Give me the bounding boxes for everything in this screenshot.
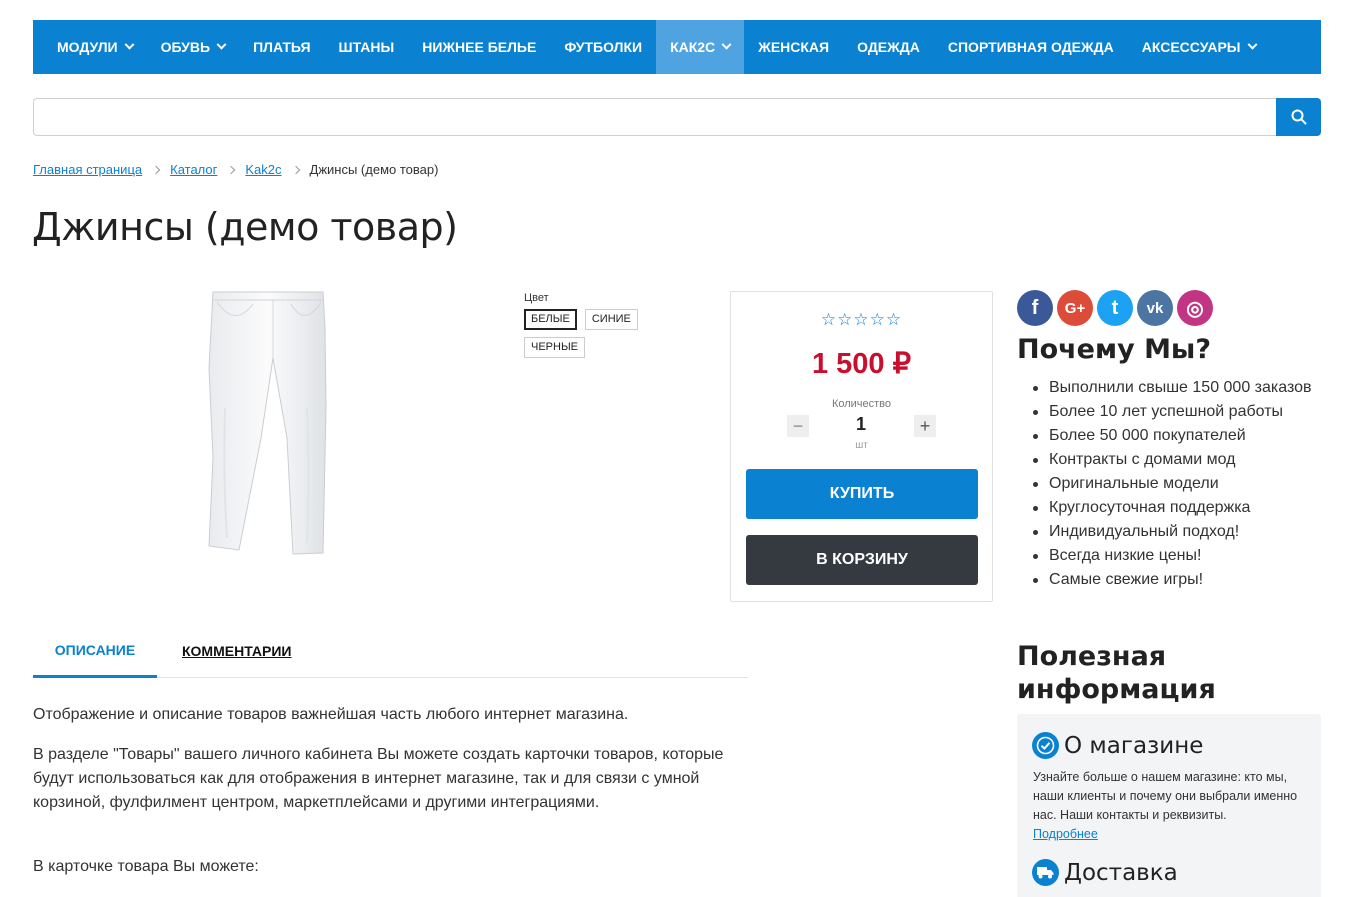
quantity-label: Количество [831, 398, 892, 410]
quantity-increase-button[interactable]: + [914, 415, 936, 437]
nav-item[interactable]: ЖЕНСКАЯ [744, 20, 843, 74]
nav-item-label: КАК2С [670, 39, 716, 55]
description-paragraph: В разделе "Товары" вашего личного кабине… [33, 746, 724, 811]
nav-item-label: АКСЕССУАРЫ [1141, 39, 1241, 55]
color-options: Цвет БЕЛЫЕ СИНИЕ ЧЕРНЫЕ [524, 292, 638, 365]
why-us-title: Почему Мы? [1017, 334, 1212, 365]
chevron-down-icon [721, 39, 732, 50]
why-us-item: Более 50 000 покупателей [1031, 425, 1312, 449]
vk-icon[interactable]: vk [1137, 290, 1173, 326]
nav-item-label: ФУТБОЛКИ [564, 39, 643, 55]
why-us-item: Контракты с домами мод [1031, 449, 1312, 473]
why-us-item: Круглосуточная поддержка [1031, 497, 1312, 521]
chevron-right-icon [227, 165, 236, 174]
why-us-item: Самые свежие игры! [1031, 569, 1312, 593]
about-text: Узнайте больше о нашем магазине: кто мы,… [1033, 768, 1313, 844]
color-option-black[interactable]: ЧЕРНЫЕ [524, 337, 586, 358]
why-us-list: Выполнили свыше 150 000 заказов Более 10 … [1031, 377, 1312, 593]
buy-button[interactable]: КУПИТЬ [746, 469, 978, 519]
twitter-icon[interactable]: t [1097, 290, 1133, 326]
check-badge-icon [1032, 732, 1059, 759]
product-image[interactable] [195, 288, 335, 558]
why-us-item: Более 10 лет успешной работы [1031, 401, 1312, 425]
breadcrumb-home[interactable]: Главная страница [33, 162, 142, 177]
delivery-heading: Доставка [1032, 859, 1178, 886]
breadcrumb-current: Джинсы (демо товар) [309, 162, 439, 177]
nav-item[interactable]: ПЛАТЬЯ [239, 20, 324, 74]
breadcrumb-category[interactable]: Kak2c [245, 162, 281, 177]
nav-item[interactable]: МОДУЛИ [33, 20, 147, 74]
add-to-cart-button[interactable]: В КОРЗИНУ [746, 535, 978, 585]
chevron-right-icon [151, 165, 161, 174]
main-nav: МОДУЛИ ОБУВЬ ПЛАТЬЯ ШТАНЫ НИЖНЕЕ БЕЛЬЕ ФУТБОЛ… [33, 20, 1321, 74]
description-paragraph: Отображение и описание товаров важнейшая… [33, 706, 629, 723]
buy-box: ☆☆☆☆☆ 1 500 ₽ Количество − + шт КУПИТЬ В… [730, 291, 993, 602]
color-label: Цвет [524, 292, 549, 304]
why-us-item: Индивидуальный подход! [1031, 521, 1312, 545]
quantity-decrease-button[interactable]: − [787, 415, 809, 437]
nav-item-label: ПЛАТЬЯ [253, 39, 311, 55]
about-more-link[interactable]: Подробнее [1033, 825, 1313, 844]
nav-item[interactable]: СПОРТИВНАЯ ОДЕЖДА [934, 20, 1128, 74]
useful-info-title: Полезная информация [1017, 641, 1216, 705]
nav-item-label: ШТАНЫ [338, 39, 395, 55]
chevron-down-icon [216, 39, 227, 50]
delivery-title: Доставка [1064, 859, 1178, 886]
product-price: 1 500 ₽ [811, 348, 912, 380]
breadcrumb: Главная страница Каталог Kak2c Джинсы (д… [33, 162, 438, 177]
description-paragraph: В карточке товара Вы можете: [33, 858, 259, 875]
nav-item[interactable]: АКСЕССУАРЫ [1128, 20, 1270, 74]
rating-stars[interactable]: ☆☆☆☆☆ [731, 310, 992, 330]
instagram-icon[interactable]: ◎ [1177, 290, 1213, 326]
tab-comments[interactable]: КОММЕНТАРИИ [182, 625, 291, 677]
chevron-down-icon [124, 39, 135, 50]
chevron-right-icon [291, 165, 300, 174]
facebook-icon[interactable]: f [1017, 290, 1053, 326]
product-tabs: ОПИСАНИЕ КОММЕНТАРИИ [33, 625, 748, 678]
quantity-input[interactable] [831, 414, 891, 435]
nav-item-label: НИЖНЕЕ БЕЛЬЕ [422, 39, 537, 55]
search-bar [33, 98, 1321, 136]
nav-item[interactable]: ШТАНЫ [325, 20, 409, 74]
truck-icon [1032, 859, 1059, 886]
tab-description[interactable]: ОПИСАНИЕ [33, 625, 157, 678]
about-title: О магазине [1064, 732, 1204, 759]
nav-item-label: МОДУЛИ [57, 39, 118, 55]
info-panel: О магазине Узнайте больше о нашем магази… [1017, 714, 1321, 897]
nav-item[interactable]: НИЖНЕЕ БЕЛЬЕ [408, 20, 550, 74]
why-us-item: Всегда низкие цены! [1031, 545, 1312, 569]
about-description: Узнайте больше о нашем магазине: кто мы,… [1033, 770, 1298, 822]
page-title: Джинсы (демо товар) [32, 205, 458, 249]
nav-item-label: ОБУВЬ [160, 39, 211, 55]
product-description: Отображение и описание товаров важнейшая… [33, 703, 748, 895]
social-links: f G+ t vk ◎ [1017, 290, 1213, 326]
search-icon [1291, 109, 1306, 125]
why-us-item: Выполнили свыше 150 000 заказов [1031, 377, 1312, 401]
nav-item[interactable]: ОБУВЬ [147, 20, 240, 74]
color-option-blue[interactable]: СИНИЕ [584, 309, 638, 330]
breadcrumb-catalog[interactable]: Каталог [170, 162, 217, 177]
about-heading: О магазине [1032, 732, 1203, 759]
nav-item-label: СПОРТИВНАЯ ОДЕЖДА [947, 39, 1114, 55]
nav-item[interactable]: ОДЕЖДА [843, 20, 934, 74]
nav-item-label: ЖЕНСКАЯ [758, 39, 830, 55]
nav-item[interactable]: КАК2С [656, 20, 745, 74]
why-us-item: Оригинальные модели [1031, 473, 1312, 497]
search-button[interactable] [1276, 98, 1321, 136]
quantity-unit: шт [855, 440, 868, 451]
nav-item[interactable]: ФУТБОЛКИ [550, 20, 656, 74]
nav-item-label: ОДЕЖДА [857, 39, 920, 55]
google-plus-icon[interactable]: G+ [1057, 290, 1093, 326]
chevron-down-icon [1247, 39, 1257, 50]
color-option-white[interactable]: БЕЛЫЕ [524, 309, 577, 330]
search-input[interactable] [33, 98, 1276, 136]
